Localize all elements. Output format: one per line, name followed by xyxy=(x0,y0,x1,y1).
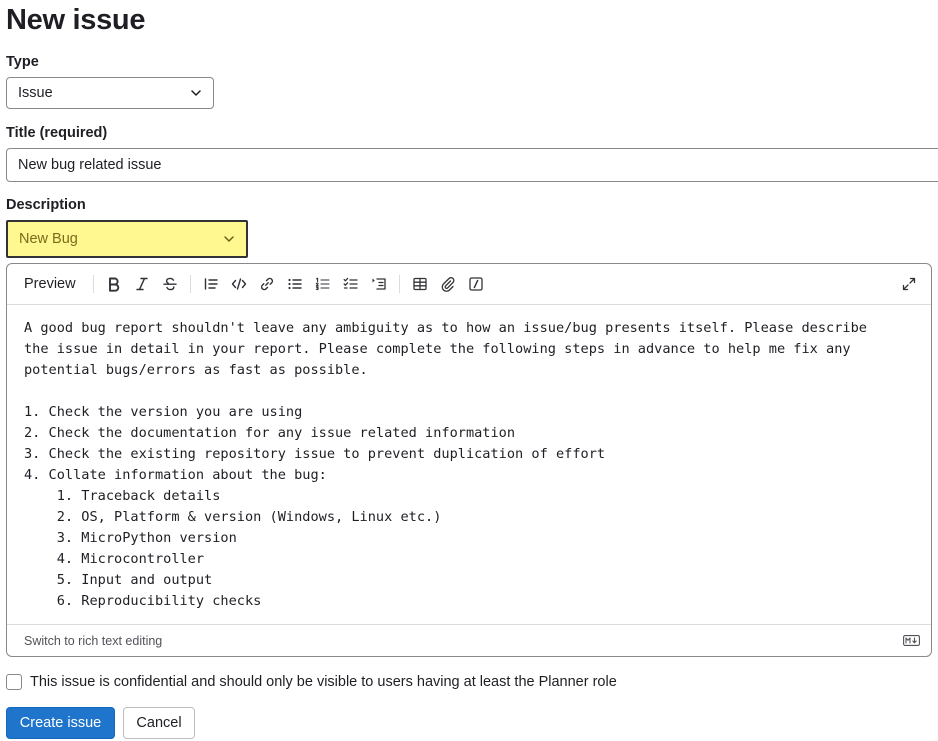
markdown-icon xyxy=(903,635,920,646)
title-label: Title (required) xyxy=(6,125,108,141)
new-issue-page: New issue Type Issue Title (required) Ne… xyxy=(6,0,938,739)
description-editor: Preview A good bug report shouldn't leav… xyxy=(6,263,932,657)
bold-icon[interactable] xyxy=(100,270,128,298)
description-textarea[interactable]: A good bug report shouldn't leave any am… xyxy=(7,305,931,623)
code-icon[interactable] xyxy=(225,270,253,298)
strikethrough-icon[interactable] xyxy=(156,270,184,298)
title-input-value: New bug related issue xyxy=(18,157,162,173)
toolbar-divider xyxy=(398,275,400,293)
editor-toolbar: Preview xyxy=(7,264,931,305)
description-label: Description xyxy=(6,197,86,213)
cancel-button[interactable]: Cancel xyxy=(123,707,195,739)
confidential-row: This issue is confidential and should on… xyxy=(6,671,938,693)
italic-icon[interactable] xyxy=(128,270,156,298)
toolbar-divider xyxy=(92,275,94,293)
type-select-value: Issue xyxy=(18,85,53,101)
slash-command-icon[interactable] xyxy=(462,270,490,298)
bullet-list-icon[interactable] xyxy=(281,270,309,298)
form-actions: Create issue Cancel xyxy=(6,707,938,739)
create-issue-button[interactable]: Create issue xyxy=(6,707,115,739)
link-icon[interactable] xyxy=(253,270,281,298)
switch-rich-text-link[interactable]: Switch to rich text editing xyxy=(24,634,162,648)
quote-icon[interactable] xyxy=(197,270,225,298)
numbered-list-icon[interactable] xyxy=(309,270,337,298)
table-icon[interactable] xyxy=(406,270,434,298)
confidential-checkbox[interactable] xyxy=(6,674,22,690)
page-title: New issue xyxy=(6,4,146,36)
chevron-down-icon xyxy=(190,87,202,99)
fullscreen-icon[interactable] xyxy=(895,270,923,298)
type-label: Type xyxy=(6,54,39,70)
editor-footer: Switch to rich text editing xyxy=(7,624,931,656)
collapsible-section-icon[interactable] xyxy=(365,270,393,298)
task-list-icon[interactable] xyxy=(337,270,365,298)
chevron-down-icon xyxy=(223,233,235,245)
description-template-select[interactable]: New Bug xyxy=(6,220,248,258)
title-input[interactable]: New bug related issue xyxy=(6,148,938,182)
toolbar-divider xyxy=(189,275,191,293)
attachment-icon[interactable] xyxy=(434,270,462,298)
template-select-value: New Bug xyxy=(19,231,78,247)
confidential-label[interactable]: This issue is confidential and should on… xyxy=(30,674,617,690)
preview-button[interactable]: Preview xyxy=(13,270,87,298)
type-select[interactable]: Issue xyxy=(6,77,214,109)
